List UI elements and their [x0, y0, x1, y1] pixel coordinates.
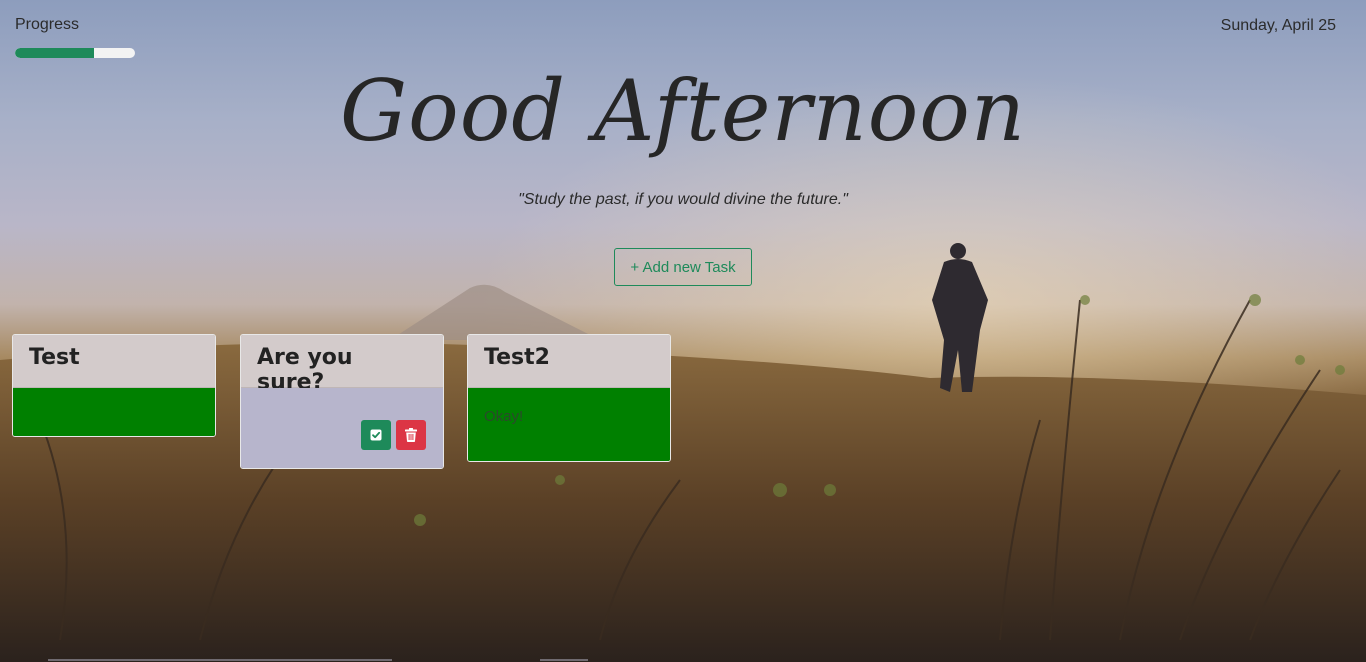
task-card[interactable]: Test2 Okay! — [467, 334, 671, 462]
task-card-body — [241, 388, 443, 468]
task-card-body — [13, 388, 215, 436]
task-card-title: Are you sure? — [241, 335, 443, 395]
scrollbar-segment — [540, 659, 588, 661]
add-task-button[interactable]: + Add new Task — [614, 248, 752, 286]
task-card[interactable]: Test — [12, 334, 216, 437]
current-date: Sunday, April 25 — [1220, 17, 1336, 34]
progress-bar — [15, 48, 135, 58]
trash-icon — [405, 428, 417, 442]
task-card-body: Okay! — [468, 388, 670, 461]
delete-button[interactable] — [396, 420, 426, 450]
task-card-title: Test — [13, 335, 215, 388]
task-card-title: Test2 — [468, 335, 670, 388]
horizontal-scrollbar[interactable] — [48, 659, 392, 661]
daily-quote: "Study the past, if you would divine the… — [518, 191, 848, 208]
progress-label: Progress — [15, 16, 80, 33]
check-square-icon — [370, 429, 382, 441]
task-card-confirm[interactable]: Are you sure? — [240, 334, 444, 469]
progress-bar-fill — [15, 48, 95, 58]
greeting-title: Good Afternoon — [340, 62, 1026, 160]
confirm-button[interactable] — [361, 420, 391, 450]
